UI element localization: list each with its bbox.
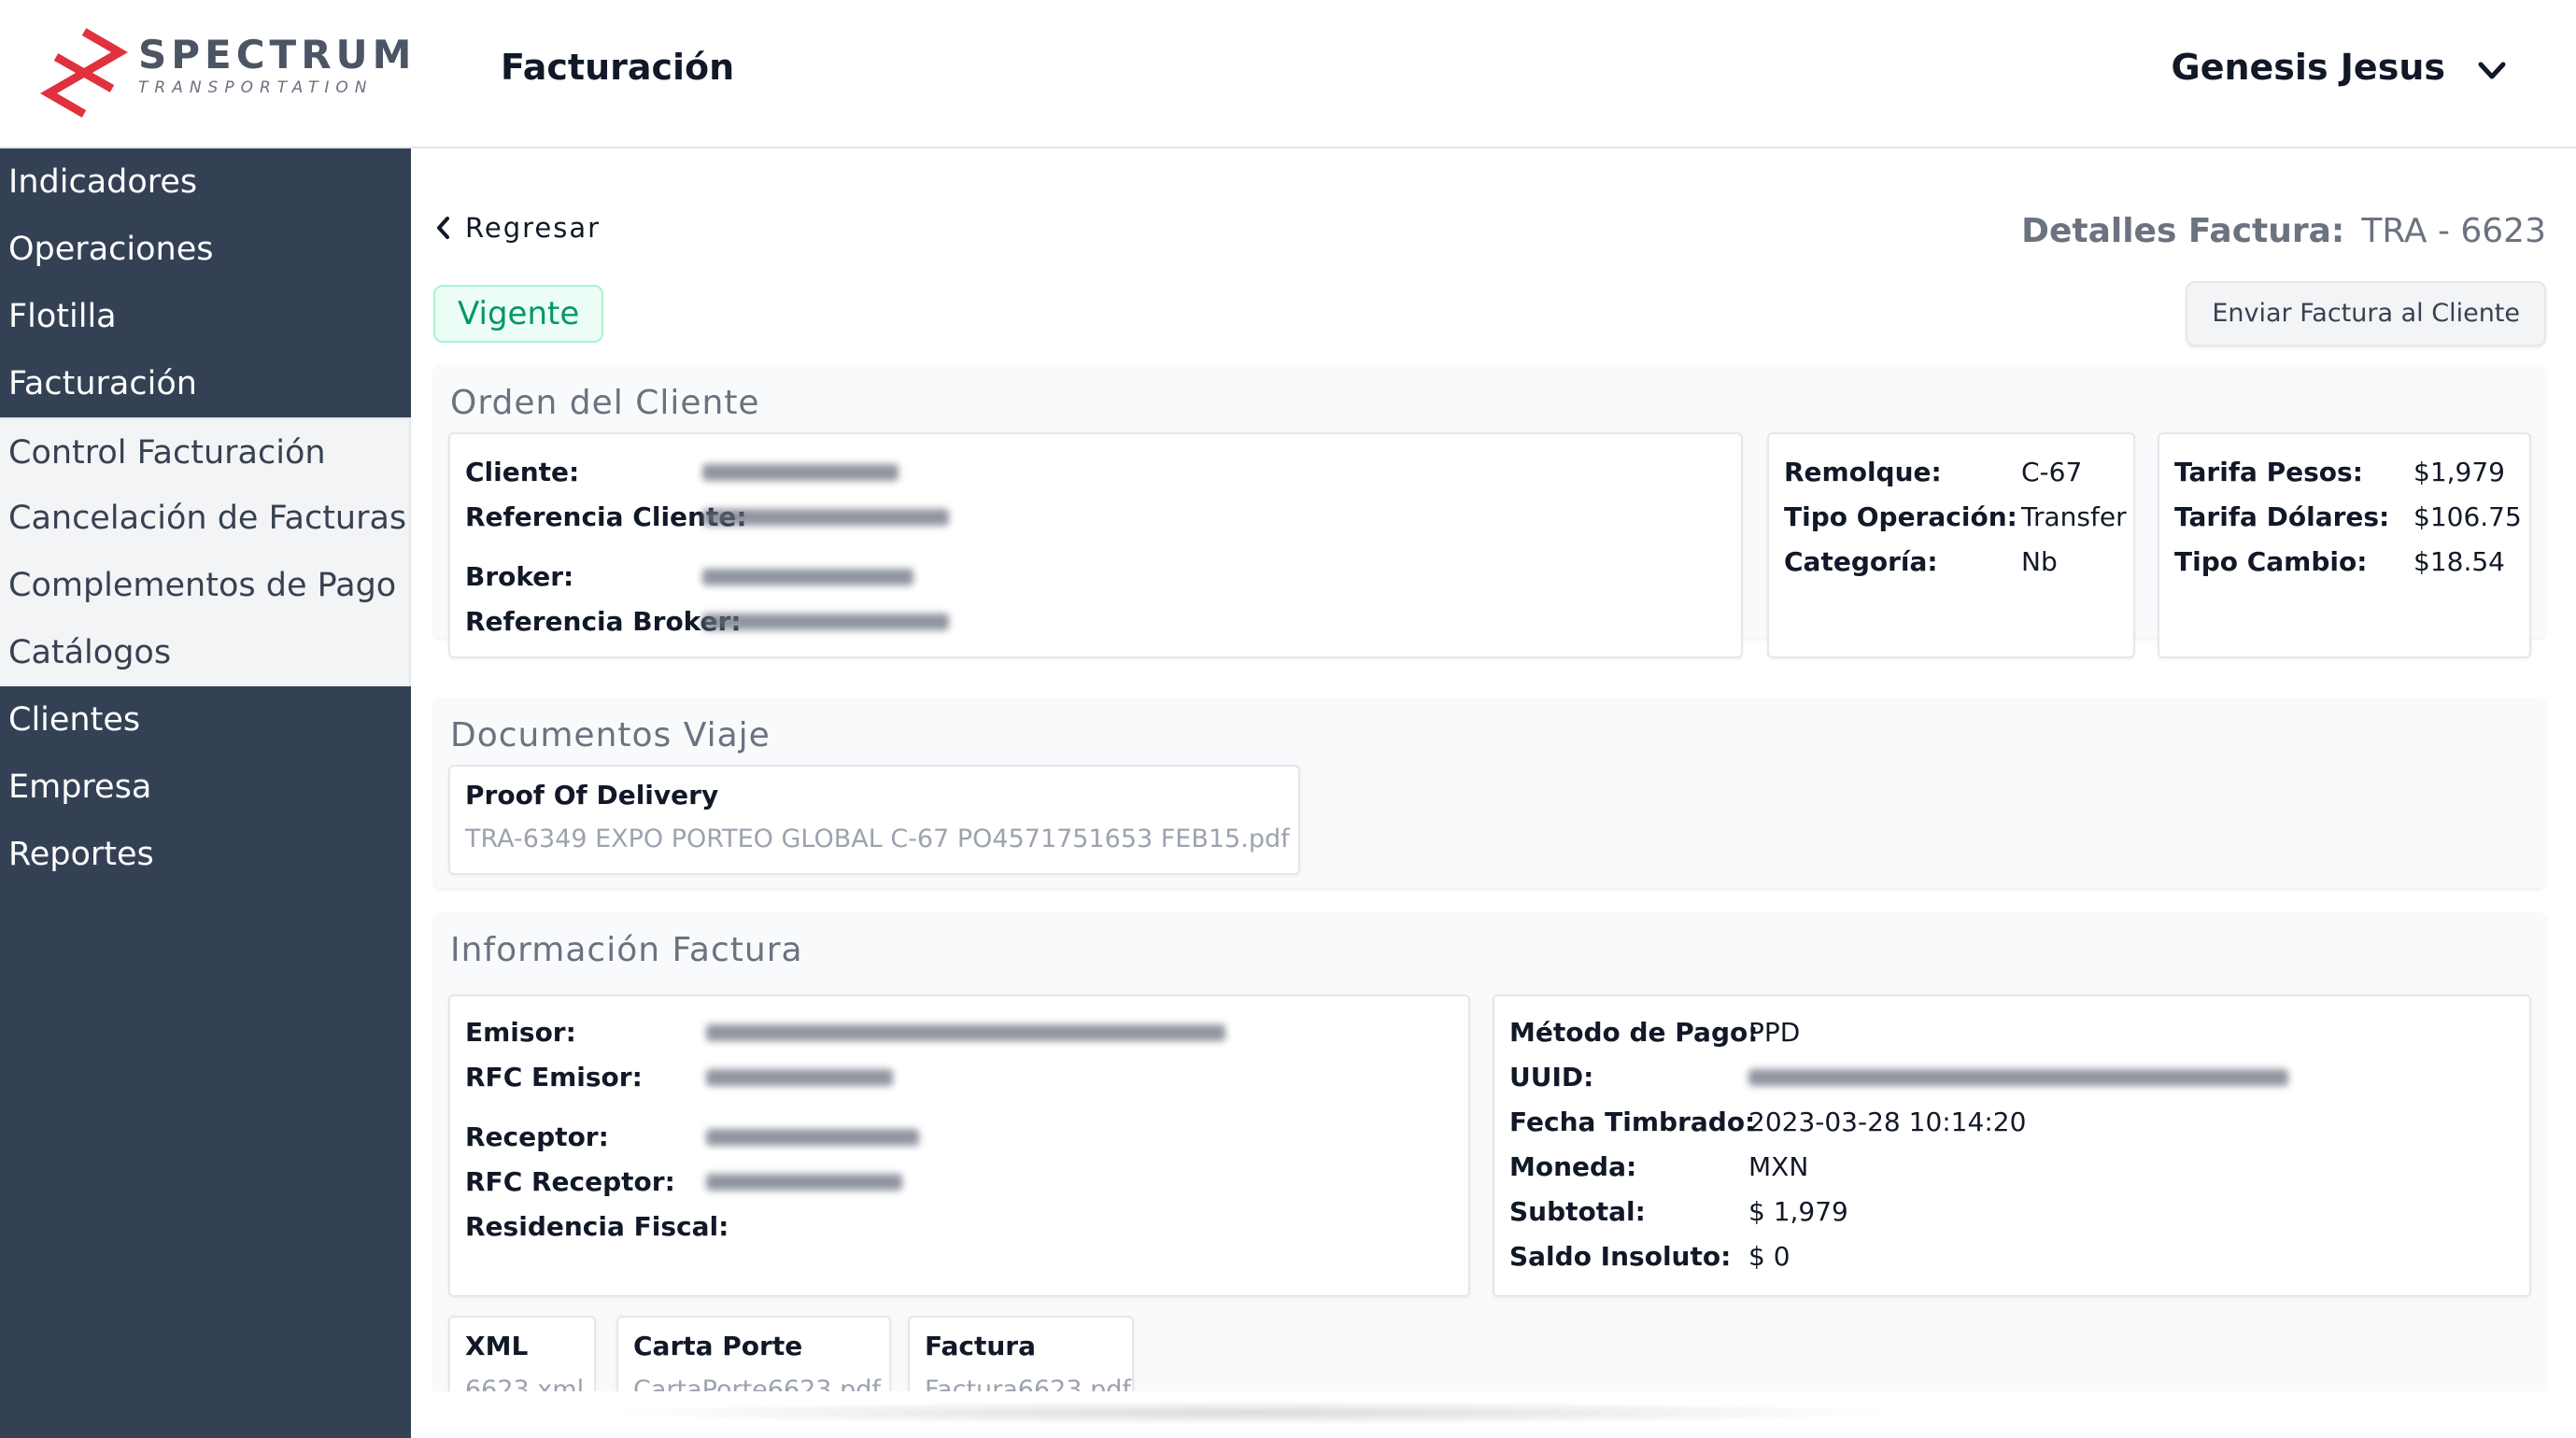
section-title: Orden del Cliente xyxy=(450,384,760,422)
moneda-value: MXN xyxy=(1748,1151,1809,1182)
uuid-label: UUID: xyxy=(1509,1062,1594,1093)
brand-wordmark: SPECTRUM TRANSPORTATION xyxy=(138,32,417,98)
factura-file-card[interactable]: Factura Factura6623.pdf xyxy=(908,1316,1134,1391)
sidebar-item-cancelacion-facturas[interactable]: Cancelación de Facturas xyxy=(0,485,411,552)
remolque-value: C-67 xyxy=(2021,457,2083,487)
moneda-label: Moneda: xyxy=(1509,1151,1637,1182)
xml-file-title: XML xyxy=(465,1331,529,1361)
ref-cliente-value-redacted xyxy=(702,509,949,526)
rfc-emisor-label: RFC Emisor: xyxy=(465,1062,643,1093)
sidebar-item-control-facturacion[interactable]: Control Facturación xyxy=(0,417,411,485)
remolque-label: Remolque: xyxy=(1784,457,1942,487)
sidebar-item-operaciones[interactable]: Operaciones xyxy=(0,216,411,283)
user-menu-name[interactable]: Genesis Jesus xyxy=(2172,47,2445,88)
chevron-left-icon xyxy=(437,217,449,239)
rfc-emisor-value-redacted xyxy=(706,1069,893,1086)
section-title: Información Factura xyxy=(450,931,803,969)
section-title: Documentos Viaje xyxy=(450,716,771,754)
chevron-down-icon[interactable] xyxy=(2473,52,2511,90)
carta-porte-file-title: Carta Porte xyxy=(633,1331,803,1361)
carta-porte-file-link[interactable]: CartaPorte6623.pdf xyxy=(633,1375,881,1391)
sidebar-item-flotilla[interactable]: Flotilla xyxy=(0,283,411,350)
emisor-label: Emisor: xyxy=(465,1017,576,1048)
client-card: Cliente: Referencia Cliente: Broker: Ref… xyxy=(448,432,1743,658)
rfc-receptor-value-redacted xyxy=(706,1174,902,1191)
document-file-link[interactable]: TRA-6349 EXPO PORTEO GLOBAL C-67 PO45717… xyxy=(465,825,1290,853)
fecha-timbrado-label: Fecha Timbrado: xyxy=(1509,1107,1756,1137)
sidebar-item-complementos-pago[interactable]: Complementos de Pago xyxy=(0,552,411,619)
document-card[interactable]: Proof Of Delivery TRA-6349 EXPO PORTEO G… xyxy=(448,765,1300,875)
pago-card: Método de Pago: PPD UUID: Fecha Timbrado… xyxy=(1493,994,2531,1297)
scroll-shadow xyxy=(598,1401,1905,1425)
receptor-value-redacted xyxy=(706,1129,919,1146)
ref-broker-value-redacted xyxy=(702,613,949,630)
sidebar-item-reportes[interactable]: Reportes xyxy=(0,821,411,888)
subtotal-label: Subtotal: xyxy=(1509,1196,1646,1227)
tipo-cambio-value: $18.54 xyxy=(2413,546,2505,577)
document-title: Proof Of Delivery xyxy=(465,780,719,811)
invoice-detail-title: Detalles Factura: TRA - 6623 xyxy=(2021,212,2546,250)
header-title: Facturación xyxy=(501,47,735,88)
saldo-insoluto-label: Saldo Insoluto: xyxy=(1509,1241,1732,1272)
sidebar-item-clientes[interactable]: Clientes xyxy=(0,686,411,754)
tarifa-dolares-value: $106.75 xyxy=(2413,501,2522,532)
sidebar-item-indicadores[interactable]: Indicadores xyxy=(0,148,411,216)
rfc-receptor-label: RFC Receptor: xyxy=(465,1166,675,1197)
sidebar-item-empresa[interactable]: Empresa xyxy=(0,754,411,821)
carta-porte-file-card[interactable]: Carta Porte CartaPorte6623.pdf xyxy=(616,1316,891,1391)
brand-name: SPECTRUM xyxy=(138,32,417,78)
trailer-card: Remolque: C-67 Tipo Operación: Transfer … xyxy=(1767,432,2135,658)
tipo-operacion-label: Tipo Operación: xyxy=(1784,501,2017,532)
orden-cliente-section: Orden del Cliente Cliente: Referencia Cl… xyxy=(433,365,2546,658)
back-link[interactable]: Regresar xyxy=(433,212,601,244)
tipo-operacion-value: Transfer xyxy=(2021,501,2127,532)
receptor-label: Receptor: xyxy=(465,1121,609,1152)
metodo-pago-value: PPD xyxy=(1748,1017,1801,1048)
app-header: SPECTRUM TRANSPORTATION Facturación Gene… xyxy=(0,0,2576,148)
xml-file-card[interactable]: XML 6623.xml xyxy=(448,1316,596,1391)
sidebar-item-catalogos[interactable]: Catálogos xyxy=(0,619,411,686)
uuid-value-redacted xyxy=(1748,1069,2288,1086)
saldo-insoluto-value: $ 0 xyxy=(1748,1241,1790,1272)
tipo-cambio-label: Tipo Cambio: xyxy=(2174,546,2368,577)
invoice-id: TRA - 6623 xyxy=(2361,212,2546,250)
categoria-value: Nb xyxy=(2021,546,2058,577)
xml-file-link[interactable]: 6623.xml xyxy=(465,1375,584,1391)
ref-broker-label: Referencia Broker: xyxy=(465,606,742,637)
back-label: Regresar xyxy=(465,212,602,244)
documentos-viaje-section: Documentos Viaje Proof Of Delivery TRA-6… xyxy=(433,698,2546,888)
tarifa-pesos-value: $1,979 xyxy=(2413,457,2505,487)
metodo-pago-label: Método de Pago: xyxy=(1509,1017,1759,1048)
sidebar-item-facturacion[interactable]: Facturación xyxy=(0,350,411,417)
informacion-factura-section: Información Factura Emisor: RFC Emisor: … xyxy=(433,912,2546,1391)
broker-value-redacted xyxy=(702,569,913,585)
emisor-receptor-card: Emisor: RFC Emisor: Receptor: RFC Recept… xyxy=(448,994,1470,1297)
broker-label: Broker: xyxy=(465,561,574,592)
status-badge: Vigente xyxy=(433,285,604,343)
tarifa-pesos-label: Tarifa Pesos: xyxy=(2174,457,2363,487)
tarifa-dolares-label: Tarifa Dólares: xyxy=(2174,501,2390,532)
cliente-value-redacted xyxy=(702,464,899,481)
brand-tagline: TRANSPORTATION xyxy=(138,78,374,97)
factura-file-title: Factura xyxy=(925,1331,1036,1361)
residencia-fiscal-label: Residencia Fiscal: xyxy=(465,1211,729,1242)
tarifa-card: Tarifa Pesos: $1,979 Tarifa Dólares: $10… xyxy=(2158,432,2531,658)
send-invoice-button[interactable]: Enviar Factura al Cliente xyxy=(2186,281,2546,346)
fecha-timbrado-value: 2023-03-28 10:14:20 xyxy=(1748,1107,2027,1137)
sidebar: Indicadores Operaciones Flotilla Factura… xyxy=(0,148,411,1438)
emisor-value-redacted xyxy=(706,1024,1225,1041)
cliente-label: Cliente: xyxy=(465,457,580,487)
main-content: Regresar Detalles Factura: TRA - 6623 Vig… xyxy=(411,148,2576,1391)
categoria-label: Categoría: xyxy=(1784,546,1938,577)
detail-label: Detalles Factura: xyxy=(2021,212,2345,250)
subtotal-value: $ 1,979 xyxy=(1748,1196,1848,1227)
factura-file-link[interactable]: Factura6623.pdf xyxy=(925,1375,1131,1391)
spectrum-logo-icon[interactable] xyxy=(37,26,131,120)
